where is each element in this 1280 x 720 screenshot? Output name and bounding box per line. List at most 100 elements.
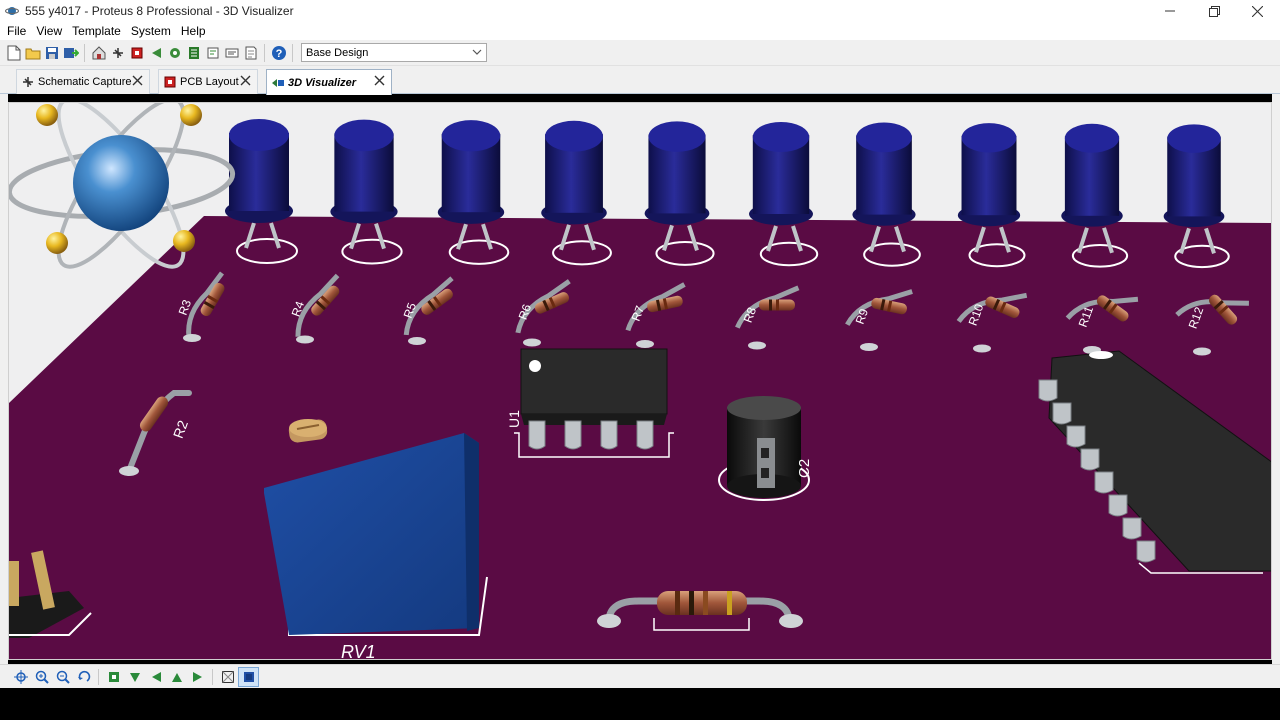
- close-icon: [1251, 5, 1263, 17]
- pcb-icon: [131, 47, 142, 58]
- schematic-icon: [112, 47, 123, 58]
- close-icon[interactable]: [374, 75, 385, 86]
- home-icon: [92, 45, 105, 59]
- 3d-viewport[interactable]: R3 R4 R5 R6 R7 R8 R9 R10 R11 R12 R2 U1 C…: [8, 102, 1272, 660]
- 3d-visualizer-icon: [272, 78, 284, 87]
- pcb-button[interactable]: [127, 43, 146, 63]
- ic-pin: [1136, 540, 1156, 563]
- tab-label: PCB Layout: [180, 76, 239, 88]
- ic-pin: [1108, 494, 1128, 517]
- help-icon: ?: [271, 45, 286, 60]
- netlist-icon: [225, 48, 238, 57]
- new-file-button[interactable]: [4, 43, 23, 63]
- svg-text:?: ?: [275, 48, 282, 60]
- bom-icon: [188, 46, 199, 59]
- tab-3d-visualizer[interactable]: 3D Visualizer: [266, 69, 392, 95]
- tab-schematic-capture[interactable]: Schematic Capture: [16, 69, 150, 94]
- close-icon[interactable]: [132, 75, 143, 86]
- label-u1: U1: [506, 410, 522, 428]
- bottom-view-button[interactable]: [124, 667, 145, 687]
- schematic-button[interactable]: [108, 43, 127, 63]
- pan-icon: [13, 669, 28, 684]
- capacitor-c2: C2: [718, 396, 813, 501]
- notes-button[interactable]: [241, 43, 260, 63]
- bottom-view-icon: [129, 672, 140, 682]
- zoom-out-icon: [56, 670, 70, 684]
- design-explorer-button[interactable]: [203, 43, 222, 63]
- open-folder-icon: [25, 48, 40, 59]
- menu-file[interactable]: File: [3, 24, 30, 38]
- netlist-button[interactable]: [222, 43, 241, 63]
- left-view-icon: [151, 671, 161, 682]
- ic-pin: [1122, 517, 1142, 540]
- proteus-app-icon: [5, 7, 19, 15]
- pcb-3d-scene[interactable]: R3 R4 R5 R6 R7 R8 R9 R10 R11 R12 R2 U1 C…: [9, 103, 1272, 660]
- back-button[interactable]: [146, 43, 165, 63]
- ic-pin: [1052, 402, 1072, 425]
- menu-help[interactable]: Help: [177, 24, 210, 38]
- tab-label: 3D Visualizer: [288, 76, 357, 89]
- save-icon: [45, 46, 58, 59]
- rotate-button[interactable]: [73, 667, 94, 687]
- tab-label: Schematic Capture: [38, 76, 132, 88]
- view-toolbar: [0, 664, 1280, 688]
- notes-icon: [245, 46, 256, 59]
- front-view-button[interactable]: [166, 667, 187, 687]
- rotate-icon: [77, 670, 90, 682]
- toolbar-separator: [264, 43, 265, 62]
- main-toolbar: ? Base Design: [0, 40, 1280, 66]
- back-icon: [151, 47, 161, 58]
- restore-icon: [1208, 5, 1220, 17]
- pan-button[interactable]: [10, 667, 31, 687]
- close-icon[interactable]: [240, 75, 251, 86]
- close-window-button[interactable]: [1234, 0, 1280, 22]
- pcb-icon: [164, 76, 176, 88]
- solid-view-icon: [243, 671, 254, 682]
- schematic-icon: [23, 77, 33, 87]
- ic-pin: [1094, 471, 1114, 494]
- tab-pcb-layout[interactable]: PCB Layout: [158, 69, 258, 94]
- bom-button[interactable]: [184, 43, 203, 63]
- restore-button[interactable]: [1191, 0, 1237, 22]
- ic-pin: [1080, 448, 1100, 471]
- new-file-icon: [7, 45, 20, 60]
- document-tab-bar: Schematic Capture PCB Layout 3D Visualiz…: [0, 66, 1280, 95]
- toolbar-separator: [292, 43, 293, 62]
- variant-select-value: Base Design: [306, 46, 369, 59]
- zoom-in-icon: [35, 670, 49, 684]
- screen-letterbox: [0, 688, 1280, 720]
- solid-view-button[interactable]: [238, 666, 259, 687]
- ic-pin: [1066, 425, 1086, 448]
- import-button[interactable]: [61, 43, 80, 63]
- menu-template[interactable]: Template: [68, 24, 125, 38]
- label-c2: C2: [796, 459, 813, 478]
- top-view-icon: [108, 671, 119, 682]
- variant-select[interactable]: Base Design: [301, 43, 487, 62]
- chevron-down-icon: [472, 49, 482, 55]
- help-button[interactable]: ?: [269, 43, 288, 63]
- zoom-in-button[interactable]: [31, 667, 52, 687]
- window-title: 555 y4017 - Proteus 8 Professional - 3D …: [25, 4, 294, 18]
- right-view-button[interactable]: [187, 667, 208, 687]
- viewport-frame-left: [0, 94, 8, 664]
- menu-system[interactable]: System: [127, 24, 175, 38]
- open-button[interactable]: [23, 43, 42, 63]
- menu-view[interactable]: View: [32, 24, 66, 38]
- toolbar-separator: [98, 668, 99, 685]
- toolbar-separator: [212, 668, 213, 685]
- wireframe-button[interactable]: [217, 667, 238, 687]
- menu-bar: File View Template System Help: [0, 22, 1280, 40]
- right-view-icon: [192, 671, 202, 682]
- save-button[interactable]: [42, 43, 61, 63]
- home-button[interactable]: [89, 43, 108, 63]
- title-bar: 555 y4017 - Proteus 8 Professional - 3D …: [0, 0, 1280, 22]
- wireframe-icon: [221, 670, 234, 683]
- toolbar-separator: [84, 43, 85, 62]
- gerber-button[interactable]: [165, 43, 184, 63]
- minimize-button[interactable]: [1147, 0, 1193, 22]
- viewport-frame-right: [1272, 94, 1280, 664]
- zoom-out-button[interactable]: [52, 667, 73, 687]
- design-explorer-icon: [207, 47, 218, 58]
- top-view-button[interactable]: [103, 667, 124, 687]
- left-view-button[interactable]: [145, 667, 166, 687]
